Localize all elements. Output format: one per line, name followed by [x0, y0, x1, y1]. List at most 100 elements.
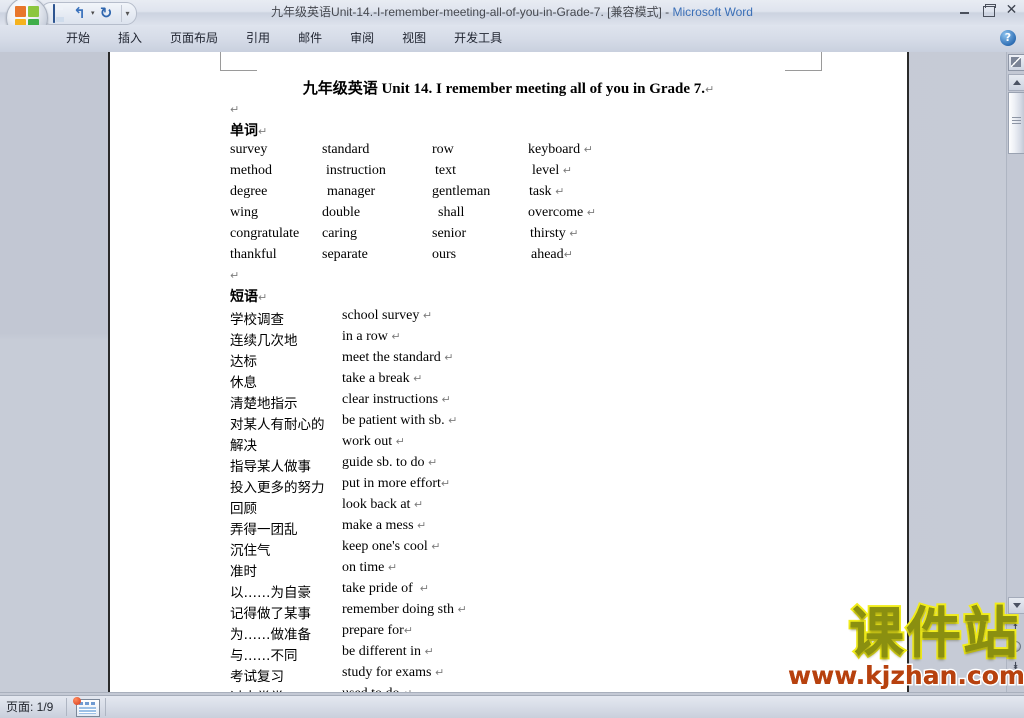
tab-home[interactable]: 开始: [52, 25, 104, 52]
document-page[interactable]: 九年级英语 Unit 14. I remember meeting all of…: [108, 52, 909, 692]
pilcrow-icon: ↵: [441, 393, 451, 406]
blank-paragraph-2: ↵: [230, 268, 239, 283]
double-up-arrow-icon: ⯭: [1012, 620, 1019, 632]
phrase-english-text: meet the standard: [342, 350, 441, 365]
phrase-chinese: 回顾: [230, 501, 257, 517]
close-button[interactable]: ✕: [1003, 3, 1020, 18]
phrase-english: school survey ↵: [342, 308, 432, 324]
scroll-up-button[interactable]: [1008, 74, 1024, 91]
phrase-english: look back at ↵: [342, 497, 423, 513]
window-title-separator: -: [661, 5, 673, 19]
pilcrow-icon: ↵: [395, 435, 405, 448]
pilcrow-icon: ↵: [427, 456, 438, 469]
word-cell: standard: [322, 142, 370, 157]
word-cell: double: [322, 205, 361, 220]
window-title-app: Microsoft Word: [672, 5, 753, 19]
pilcrow-icon: ↵: [569, 227, 579, 240]
word-application-window: 九年级英语Unit-14.-I-remember-meeting-all-of-…: [0, 0, 1024, 718]
phrase-english-text: make a mess: [342, 518, 414, 533]
pilcrow-icon: ↵: [230, 103, 240, 116]
margin-marker-top-right: [785, 52, 822, 71]
window-title: 九年级英语Unit-14.-I-remember-meeting-all-of-…: [0, 0, 1024, 25]
pilcrow-icon: ↵: [448, 414, 458, 427]
phrase-chinese: 准时: [230, 564, 257, 580]
phrase-english-text: put in more effort: [342, 476, 441, 491]
pilcrow-icon: ↵: [440, 477, 451, 490]
section-heading-phrases: 短语↵: [230, 286, 267, 306]
browse-object-icon: [1010, 640, 1021, 652]
word-cell: thirsty ↵: [530, 226, 579, 242]
redo-icon[interactable]: ↻: [98, 5, 115, 22]
left-margin-strip: [0, 52, 108, 692]
word-row: wing double shall overcome ↵: [110, 205, 907, 226]
minimize-button[interactable]: [957, 3, 974, 18]
pilcrow-icon: ↵: [403, 624, 414, 637]
status-separator: [105, 698, 106, 716]
word-cell-text: keyboard: [528, 142, 581, 157]
phrase-row: 指导某人做事 guide sb. to do ↵: [110, 455, 907, 476]
tab-review[interactable]: 审阅: [336, 25, 388, 52]
help-icon[interactable]: ?: [1000, 30, 1016, 46]
tab-developer[interactable]: 开发工具: [440, 25, 516, 52]
word-cell-text: level: [532, 163, 560, 178]
scroll-down-button[interactable]: [1008, 597, 1024, 614]
phrase-english-text: take a break: [342, 371, 410, 386]
pilcrow-icon: ↵: [258, 291, 268, 304]
word-cell: text: [435, 163, 456, 178]
pilcrow-icon: ↵: [555, 185, 565, 198]
tab-mailings[interactable]: 邮件: [284, 25, 336, 52]
phrase-row: 解决 work out ↵: [110, 434, 907, 455]
page-indicator[interactable]: 页面: 1/9: [6, 696, 53, 718]
pilcrow-icon: ↵: [434, 666, 445, 679]
word-row: method instruction text level ↵: [110, 163, 907, 184]
tab-page-layout[interactable]: 页面布局: [156, 25, 232, 52]
word-cell: thankful: [230, 247, 277, 262]
scrollbar-thumb[interactable]: [1008, 92, 1024, 154]
restore-button[interactable]: [980, 3, 997, 18]
word-cell: keyboard ↵: [528, 142, 593, 158]
phrase-english: be different in ↵: [342, 644, 434, 660]
phrase-english: make a mess ↵: [342, 518, 426, 534]
next-page-button[interactable]: ⯯: [1008, 658, 1023, 674]
pilcrow-icon: ↵: [705, 83, 715, 96]
tab-insert[interactable]: 插入: [104, 25, 156, 52]
word-cell-text: thirsty: [530, 226, 566, 241]
pilcrow-icon: ↵: [424, 645, 434, 658]
customize-quick-access-icon[interactable]: ▾: [120, 5, 130, 22]
pilcrow-icon: ↵: [586, 206, 596, 219]
undo-dropdown-icon[interactable]: ▾: [91, 5, 95, 22]
phrase-english-text: keep one's cool: [342, 539, 428, 554]
pilcrow-icon: ↵: [562, 164, 572, 177]
phrase-row: 弄得一团乱 make a mess ↵: [110, 518, 907, 539]
phrase-english: be patient with sb. ↵: [342, 413, 457, 429]
tab-view[interactable]: 视图: [388, 25, 440, 52]
word-cell: survey: [230, 142, 268, 157]
phrase-chinese: 投入更多的努力: [230, 480, 325, 496]
pilcrow-icon: ↵: [431, 540, 441, 553]
phrase-row: 以……为自豪 take pride of ↵: [110, 581, 907, 602]
window-title-document: 九年级英语Unit-14.-I-remember-meeting-all-of-…: [271, 5, 662, 19]
split-window-button[interactable]: [1008, 54, 1024, 71]
save-icon[interactable]: [51, 4, 68, 23]
page-body: 九年级英语 Unit 14. I remember meeting all of…: [110, 52, 907, 692]
phrase-chinese: 以……为自豪: [230, 585, 311, 601]
phrase-english-text: take pride of: [342, 581, 413, 596]
previous-page-button[interactable]: ⯭: [1008, 618, 1023, 634]
phrase-english: clear instructions ↵: [342, 392, 451, 408]
word-cell: row: [432, 142, 454, 157]
vertical-scrollbar[interactable]: ⯭ ⯯: [1006, 52, 1024, 692]
word-cell: method: [230, 163, 272, 178]
pilcrow-icon: ↵: [444, 351, 454, 364]
pilcrow-icon: ↵: [583, 143, 593, 156]
phrase-row: 回顾 look back at ↵: [110, 497, 907, 518]
phrase-chinese: 弄得一团乱: [230, 522, 298, 538]
select-browse-object-button[interactable]: [1008, 638, 1023, 654]
pilcrow-icon: ↵: [230, 269, 240, 282]
tab-references[interactable]: 引用: [232, 25, 284, 52]
phrase-english-text: on time: [342, 560, 385, 575]
phrase-chinese: 连续几次地: [230, 333, 298, 349]
word-row: congratulate caring senior thirsty ↵: [110, 226, 907, 247]
pilcrow-icon: ↵: [419, 582, 429, 595]
quick-access-toolbar: ↰ ▾ ↻ ▾: [40, 2, 137, 25]
undo-icon[interactable]: ↰: [71, 5, 88, 22]
